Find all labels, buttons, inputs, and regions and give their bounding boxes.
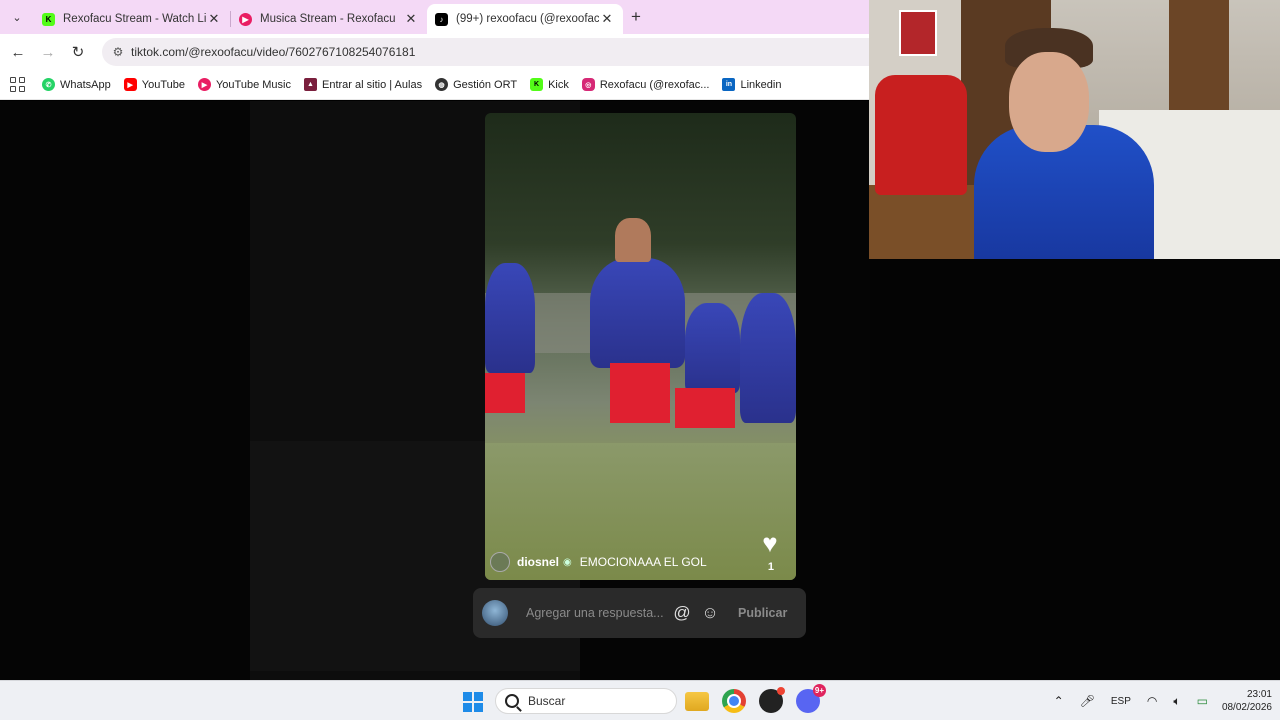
arrow-left-icon: ← bbox=[10, 43, 26, 61]
chevron-up-icon[interactable]: ⌃ bbox=[1054, 694, 1064, 708]
bookmark-youtube-music[interactable]: ▶ YouTube Music bbox=[197, 78, 291, 91]
player-figure bbox=[740, 293, 796, 423]
verified-badge-icon: ◉ bbox=[563, 556, 572, 568]
tiktok-page: diosnel ◉ EMOCIONAAA EL GOL ♥ 1 Agregar … bbox=[0, 101, 870, 680]
site-settings-icon[interactable]: ⚙ bbox=[105, 45, 131, 59]
tab-title: Rexofacu Stream - Watch Live o bbox=[63, 13, 206, 25]
bookmark-label: Linkedin bbox=[740, 78, 782, 91]
wifi-icon[interactable]: ◠ bbox=[1147, 694, 1157, 708]
system-tray: ⌃ 🎤︎ ESP ◠ 🔈︎ ▭ 23:01 08/02/2026 bbox=[1046, 681, 1280, 720]
tab-musica-stream[interactable]: ▶ Musica Stream - Rexofacu ✕ bbox=[231, 4, 427, 34]
language-indicator[interactable]: ESP bbox=[1111, 696, 1131, 707]
tab-kick-stream[interactable]: K Rexofacu Stream - Watch Live o ✕ bbox=[34, 4, 230, 34]
right-panel-background bbox=[870, 259, 1280, 680]
player-figure bbox=[685, 303, 740, 393]
clock-time: 23:01 bbox=[1246, 689, 1272, 700]
clock-date: 08/02/2026 bbox=[1221, 702, 1272, 713]
reload-icon: ↻ bbox=[71, 44, 85, 61]
bookmark-label: WhatsApp bbox=[60, 78, 111, 91]
notification-dot bbox=[777, 687, 785, 695]
tab-strip: ⌄ K Rexofacu Stream - Watch Live o ✕ ▶ M… bbox=[0, 0, 870, 34]
graduation-cap-icon: ▲ bbox=[304, 78, 317, 91]
whatsapp-icon: ✆ bbox=[42, 78, 55, 91]
reply-bar: Agregar una respuesta... @ ☺ Publicar bbox=[473, 588, 806, 638]
discord-icon[interactable]: 9+ bbox=[796, 684, 826, 713]
obs-icon[interactable] bbox=[759, 687, 785, 713]
reply-input[interactable]: Agregar una respuesta... bbox=[526, 606, 664, 620]
bookmark-instagram[interactable]: ◎ Rexofacu (@rexofac... bbox=[581, 78, 710, 91]
windows-start-icon[interactable] bbox=[463, 692, 483, 712]
plus-icon: + bbox=[631, 7, 641, 26]
bookmark-label: YouTube bbox=[141, 78, 185, 91]
tab-title: (99+) rexoofacu (@rexoofacu) | bbox=[456, 13, 599, 25]
bookmark-aulas[interactable]: ▲ Entrar al sitio | Aulas bbox=[304, 78, 422, 91]
speaker-icon[interactable]: 🔈︎ bbox=[1173, 694, 1180, 709]
file-explorer-icon[interactable] bbox=[685, 692, 709, 711]
address-bar[interactable]: ⚙ tiktok.com/@rexoofacu/video/7602767108… bbox=[102, 38, 870, 66]
like-count: 1 bbox=[767, 561, 774, 573]
story-username[interactable]: diosnel bbox=[517, 555, 559, 569]
bookmark-gestion-ort[interactable]: ◍ Gestión ORT bbox=[435, 78, 517, 91]
search-icon bbox=[505, 694, 519, 708]
youtube-music-icon: ▶ bbox=[239, 12, 252, 26]
tab-tiktok[interactable]: ♪ (99+) rexoofacu (@rexoofacu) | ✕ bbox=[427, 4, 623, 34]
battery-icon[interactable]: ▭ bbox=[1197, 694, 1208, 708]
microphone-icon[interactable]: 🎤︎ bbox=[1080, 694, 1095, 708]
story-caption: diosnel ◉ EMOCIONAAA EL GOL bbox=[490, 552, 707, 572]
taskbar: Buscar 9+ ⌃ 🎤︎ ESP ◠ 🔈︎ ▭ 23:01 08/02/20… bbox=[0, 680, 1280, 720]
clock[interactable]: 23:01 08/02/2026 bbox=[1222, 688, 1272, 714]
tab-title: Musica Stream - Rexofacu bbox=[260, 13, 396, 25]
bookmark-label: Gestión ORT bbox=[453, 78, 518, 91]
taskbar-search[interactable]: Buscar bbox=[495, 688, 677, 714]
tab-search-dropdown[interactable]: ⌄ bbox=[6, 6, 28, 28]
arrow-right-icon: → bbox=[40, 43, 56, 61]
discord-badge: 9+ bbox=[812, 684, 826, 697]
apps-grid-icon[interactable] bbox=[10, 76, 26, 93]
url-text[interactable]: tiktok.com/@rexoofacu/video/760276710825… bbox=[131, 45, 415, 59]
bookmark-label: Entrar al sitio | Aulas bbox=[322, 78, 423, 91]
story-caption-text: EMOCIONAAA EL GOL bbox=[579, 555, 707, 569]
youtube-music-icon: ▶ bbox=[197, 78, 211, 91]
bookmark-linkedin[interactable]: in Linkedin bbox=[722, 78, 781, 91]
mention-icon[interactable]: @ bbox=[672, 603, 692, 623]
webcam-overlay bbox=[869, 0, 1280, 259]
player-figure bbox=[485, 263, 535, 373]
search-label: Buscar bbox=[528, 694, 566, 708]
forward-button[interactable]: → bbox=[33, 44, 63, 61]
reload-button[interactable]: ↻ bbox=[63, 43, 93, 61]
story-video[interactable]: diosnel ◉ EMOCIONAAA EL GOL ♥ 1 bbox=[485, 113, 796, 580]
bookmark-youtube[interactable]: ▶ YouTube bbox=[123, 78, 185, 91]
chrome-icon[interactable] bbox=[722, 689, 746, 713]
kick-icon: K bbox=[530, 78, 544, 91]
avatar bbox=[482, 600, 508, 626]
screen: ⌄ K Rexofacu Stream - Watch Live o ✕ ▶ M… bbox=[0, 0, 1280, 720]
chevron-down-icon: ⌄ bbox=[12, 11, 22, 24]
instagram-icon: ◎ bbox=[581, 78, 595, 91]
close-icon[interactable]: ✕ bbox=[403, 11, 419, 27]
kick-icon: K bbox=[42, 12, 55, 26]
back-button[interactable]: ← bbox=[3, 44, 33, 61]
youtube-icon: ▶ bbox=[123, 78, 137, 91]
heart-icon[interactable]: ♥ bbox=[757, 530, 783, 556]
emoji-icon[interactable]: ☺ bbox=[700, 603, 720, 623]
bookmark-kick[interactable]: K Kick bbox=[530, 78, 569, 91]
publish-button[interactable]: Publicar bbox=[738, 606, 787, 620]
avatar[interactable] bbox=[490, 552, 510, 572]
bookmark-label: Kick bbox=[548, 78, 569, 91]
new-tab-button[interactable]: + bbox=[631, 7, 641, 27]
bookmark-label: YouTube Music bbox=[215, 78, 291, 91]
bookmarks-bar: ✆ WhatsApp ▶ YouTube ▶ YouTube Music ▲ E… bbox=[0, 70, 870, 100]
tiktok-icon: ♪ bbox=[435, 12, 448, 26]
globe-icon: ◍ bbox=[435, 78, 449, 91]
player-figure bbox=[590, 258, 685, 368]
close-icon[interactable]: ✕ bbox=[206, 11, 222, 27]
bookmark-whatsapp[interactable]: ✆ WhatsApp bbox=[42, 78, 111, 91]
close-icon[interactable]: ✕ bbox=[599, 11, 615, 27]
linkedin-icon: in bbox=[722, 78, 736, 91]
browser-toolbar: ← → ↻ ⚙ tiktok.com/@rexoofacu/video/7602… bbox=[0, 34, 870, 70]
bookmark-label: Rexofacu (@rexofac... bbox=[599, 78, 710, 91]
